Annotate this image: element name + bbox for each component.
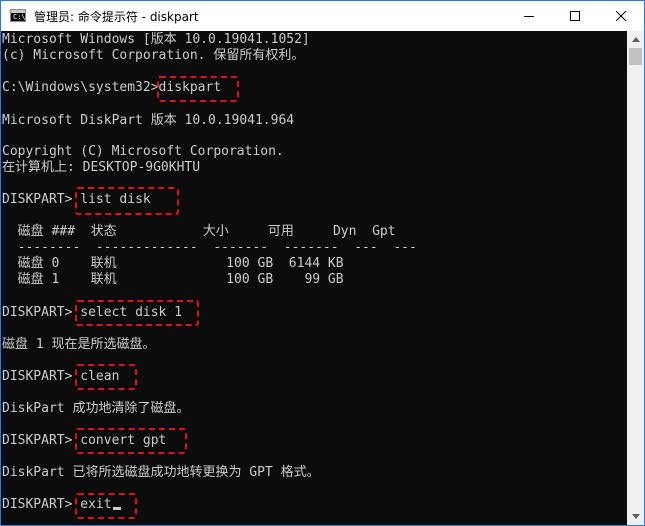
scroll-down-button[interactable]	[627, 508, 644, 525]
diskpart-prompt: DISKPART>	[2, 497, 81, 512]
copyright-line: Copyright (C) Microsoft Corporation.	[2, 144, 284, 159]
close-icon	[616, 11, 626, 21]
highlight-box-clean	[75, 364, 137, 390]
scrollbar-thumb[interactable]	[629, 48, 642, 65]
close-button[interactable]	[598, 1, 644, 31]
scroll-down-icon	[631, 514, 640, 519]
select-result-line: 磁盘 1 现在是所选磁盘。	[2, 337, 156, 352]
header-line-version: Microsoft Windows [版本 10.0.19041.1052]	[2, 32, 310, 47]
title-bar[interactable]: C:\ 管理员: 命令提示符 - diskpart	[1, 1, 644, 31]
vertical-scrollbar[interactable]	[627, 31, 644, 525]
highlight-box-select-disk	[75, 300, 199, 326]
diskpart-version-line: Microsoft DiskPart 版本 10.0.19041.964	[2, 113, 295, 128]
minimize-button[interactable]	[506, 1, 552, 31]
diskpart-prompt: DISKPART>	[2, 369, 81, 384]
computer-name-line: 在计算机上: DESKTOP-9G0KHTU	[2, 160, 201, 175]
highlight-box-convert-gpt	[75, 428, 187, 454]
command-prompt-window: C:\ 管理员: 命令提示符 - diskpart Microsoft Wind…	[0, 0, 645, 526]
system-prompt: C:\Windows\system32>	[2, 80, 159, 95]
disk-table-header: 磁盘 ### 状态 大小 可用 Dyn Gpt	[2, 224, 396, 239]
highlight-box-list-disk	[75, 187, 179, 215]
console-output[interactable]: Microsoft Windows [版本 10.0.19041.1052] (…	[1, 31, 627, 525]
clean-result-line: DiskPart 成功地清除了磁盘。	[2, 401, 190, 416]
cmd-app-icon-glyph: C:\	[13, 13, 26, 21]
disk-table-separator: -------- ------------- ------- ------- -…	[2, 240, 417, 255]
disk-table-row: 磁盘 1 联机 100 GB 99 GB	[2, 272, 344, 287]
diskpart-prompt: DISKPART>	[2, 305, 81, 320]
maximize-button[interactable]	[552, 1, 598, 31]
header-line-copyright: (c) Microsoft Corporation. 保留所有权利。	[2, 48, 305, 63]
highlight-box-diskpart	[157, 76, 239, 102]
scroll-up-button[interactable]	[627, 31, 644, 48]
disk-table-row: 磁盘 0 联机 100 GB 6144 KB	[2, 256, 344, 271]
scroll-up-icon	[631, 37, 640, 42]
maximize-icon	[570, 11, 580, 21]
cmd-app-icon[interactable]: C:\	[10, 9, 26, 22]
minimize-icon	[524, 16, 534, 17]
convert-result-line: DiskPart 已将所选磁盘成功地转更换为 GPT 格式。	[2, 465, 320, 480]
diskpart-prompt: DISKPART>	[2, 192, 81, 207]
window-title: 管理员: 命令提示符 - diskpart	[34, 10, 199, 24]
diskpart-prompt: DISKPART>	[2, 433, 81, 448]
highlight-box-exit	[75, 493, 137, 519]
